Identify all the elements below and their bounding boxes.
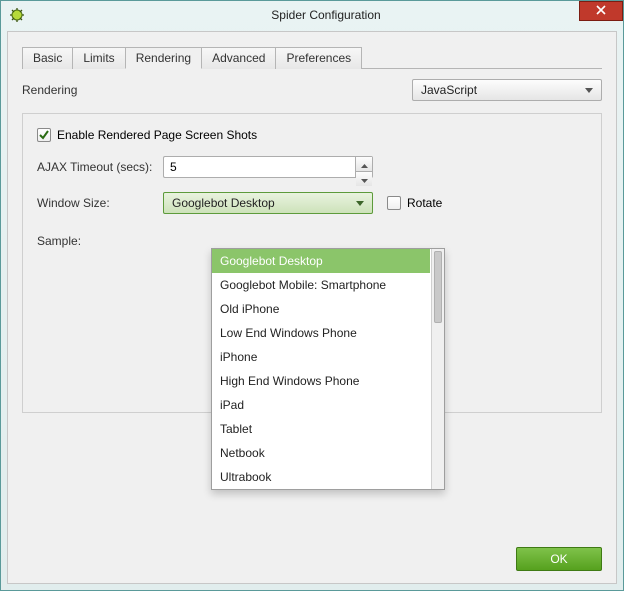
window-size-label: Window Size:	[37, 196, 163, 210]
rendering-row: Rendering JavaScript	[22, 79, 602, 101]
ajax-timeout-input[interactable]	[163, 156, 355, 178]
ok-button-label: OK	[550, 552, 567, 566]
chevron-down-icon	[581, 88, 597, 93]
close-icon	[596, 4, 606, 18]
enable-screenshots-row: Enable Rendered Page Screen Shots	[37, 128, 587, 142]
titlebar: Spider Configuration	[1, 1, 623, 29]
tab-strip: Basic Limits Rendering Advanced Preferen…	[22, 46, 602, 69]
dropdown-option[interactable]: Tablet	[212, 417, 430, 441]
chevron-down-icon	[352, 201, 368, 206]
dropdown-menu-list: Googlebot Desktop Googlebot Mobile: Smar…	[212, 249, 444, 489]
spinner-down-button[interactable]	[356, 171, 372, 186]
rendering-dropdown[interactable]: JavaScript	[412, 79, 602, 101]
dropdown-option[interactable]: Low End Windows Phone	[212, 321, 430, 345]
rotate-checkbox[interactable]: Rotate	[387, 196, 442, 210]
spinner-up-button[interactable]	[356, 157, 372, 171]
close-button[interactable]	[579, 1, 623, 21]
tab-limits[interactable]: Limits	[72, 47, 125, 69]
checkbox-box	[37, 128, 51, 142]
dropdown-option[interactable]: Googlebot Mobile: Smartphone	[212, 273, 430, 297]
sample-label: Sample:	[37, 234, 163, 248]
rendering-dropdown-value: JavaScript	[421, 83, 581, 97]
sample-row: Sample:	[37, 228, 587, 248]
dropdown-option[interactable]: High End Windows Phone	[212, 369, 430, 393]
dialog-footer: OK	[516, 547, 602, 571]
tab-rendering[interactable]: Rendering	[125, 47, 202, 69]
window-title: Spider Configuration	[33, 8, 619, 22]
rotate-label: Rotate	[407, 196, 442, 210]
chevron-up-icon	[361, 157, 368, 171]
window-size-dropdown-menu: Googlebot Desktop Googlebot Mobile: Smar…	[211, 248, 445, 490]
dropdown-option[interactable]: Googlebot Desktop	[212, 249, 430, 273]
ajax-timeout-spinner	[163, 156, 373, 178]
window-size-dropdown-value: Googlebot Desktop	[172, 196, 352, 210]
dropdown-scrollbar[interactable]	[431, 249, 444, 489]
chevron-down-icon	[361, 172, 368, 186]
tab-basic[interactable]: Basic	[22, 47, 73, 69]
dropdown-option[interactable]: iPad	[212, 393, 430, 417]
window-size-dropdown[interactable]: Googlebot Desktop	[163, 192, 373, 214]
ok-button[interactable]: OK	[516, 547, 602, 571]
ajax-timeout-label: AJAX Timeout (secs):	[37, 160, 163, 174]
dropdown-option[interactable]: iPhone	[212, 345, 430, 369]
enable-screenshots-label: Enable Rendered Page Screen Shots	[57, 128, 257, 142]
dropdown-menu-inner: Googlebot Desktop Googlebot Mobile: Smar…	[212, 249, 444, 489]
spinner-buttons	[355, 156, 373, 178]
rendering-label: Rendering	[22, 83, 92, 97]
dropdown-option[interactable]: Old iPhone	[212, 297, 430, 321]
tab-preferences[interactable]: Preferences	[275, 47, 362, 69]
client-area: Basic Limits Rendering Advanced Preferen…	[7, 31, 617, 584]
dialog-window: Spider Configuration Basic Limits Render…	[0, 0, 624, 591]
checkbox-box	[387, 196, 401, 210]
app-icon	[9, 7, 25, 23]
tab-advanced[interactable]: Advanced	[201, 47, 276, 69]
enable-screenshots-checkbox[interactable]: Enable Rendered Page Screen Shots	[37, 128, 257, 142]
dropdown-option[interactable]: Ultrabook	[212, 465, 430, 489]
rendering-options-group: Enable Rendered Page Screen Shots AJAX T…	[22, 113, 602, 413]
ajax-timeout-row: AJAX Timeout (secs):	[37, 156, 587, 178]
scrollbar-thumb[interactable]	[434, 251, 442, 323]
window-size-row: Window Size: Googlebot Desktop Rotate	[37, 192, 587, 214]
dropdown-option[interactable]: Netbook	[212, 441, 430, 465]
